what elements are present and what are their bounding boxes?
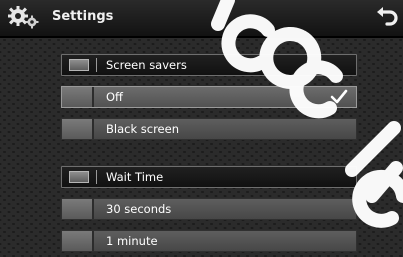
option-tab <box>62 231 94 251</box>
section-title: Wait Time <box>106 170 164 184</box>
option-tab <box>62 199 94 219</box>
option-label: 30 seconds <box>106 202 172 216</box>
gears-icon <box>8 6 39 29</box>
section-header-wait-time: Wait Time <box>61 166 357 188</box>
option-label: Black screen <box>106 122 179 136</box>
option-off[interactable]: Off <box>61 86 357 108</box>
option-30-seconds[interactable]: 30 seconds <box>61 198 357 220</box>
page-title: Settings <box>52 9 114 24</box>
settings-screen: Settings Screen savers Off Black screen … <box>0 0 403 257</box>
section-toggle-box <box>69 171 89 183</box>
option-black-screen[interactable]: Black screen <box>61 118 357 140</box>
section-divider <box>96 170 97 184</box>
option-tab <box>62 87 94 107</box>
check-icon <box>330 89 348 104</box>
title-bar: Settings <box>0 0 403 38</box>
option-tab <box>62 119 94 139</box>
section-toggle-box <box>69 59 89 71</box>
section-title: Screen savers <box>106 58 187 72</box>
option-1-minute[interactable]: 1 minute <box>61 230 357 252</box>
option-label: 1 minute <box>106 234 158 248</box>
section-divider <box>96 58 97 72</box>
option-label: Off <box>106 90 123 104</box>
back-arrow-icon[interactable] <box>374 4 400 30</box>
section-header-screen-savers: Screen savers <box>61 54 357 76</box>
